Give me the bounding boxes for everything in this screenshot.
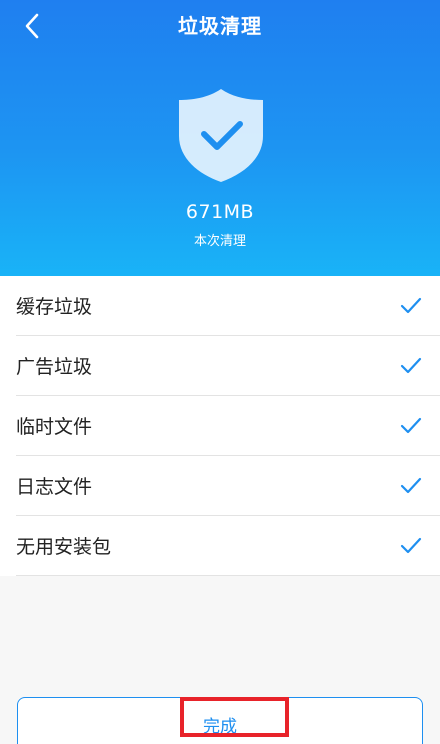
page-title: 垃圾清理: [178, 14, 262, 38]
list-item-temp-files[interactable]: 临时文件: [16, 396, 440, 456]
list-item-log-files[interactable]: 日志文件: [16, 456, 440, 516]
shield-check-icon: [179, 89, 263, 182]
item-label: 缓存垃圾: [16, 296, 93, 318]
list-item-ad-junk[interactable]: 广告垃圾: [16, 336, 440, 396]
checkmark-icon: [400, 537, 422, 553]
item-label: 临时文件: [16, 416, 93, 438]
cleanup-items-list: 缓存垃圾 广告垃圾 临时文件 日志文件 无用安装包: [0, 276, 440, 576]
item-label: 日志文件: [16, 476, 93, 498]
checkmark-icon: [400, 357, 422, 373]
item-label: 无用安装包: [16, 536, 112, 558]
list-item-cache-junk[interactable]: 缓存垃圾: [16, 276, 440, 336]
item-label: 广告垃圾: [16, 356, 93, 378]
done-button-label: 完成: [203, 717, 237, 737]
checkmark-icon: [400, 477, 422, 493]
cleaned-size: 671MB: [185, 201, 255, 223]
list-item-unused-packages[interactable]: 无用安装包: [16, 516, 440, 576]
checkmark-icon: [400, 417, 422, 433]
done-button[interactable]: 完成: [17, 697, 423, 744]
checkmark-icon: [400, 297, 422, 313]
cleanup-result-screen: 垃圾清理 671MB 本次清理 缓存垃圾 广告垃圾 临时文件 日志文件 无用安装…: [0, 0, 440, 744]
cleaned-label: 本次清理: [193, 234, 246, 249]
header: 垃圾清理 671MB 本次清理: [0, 0, 440, 276]
